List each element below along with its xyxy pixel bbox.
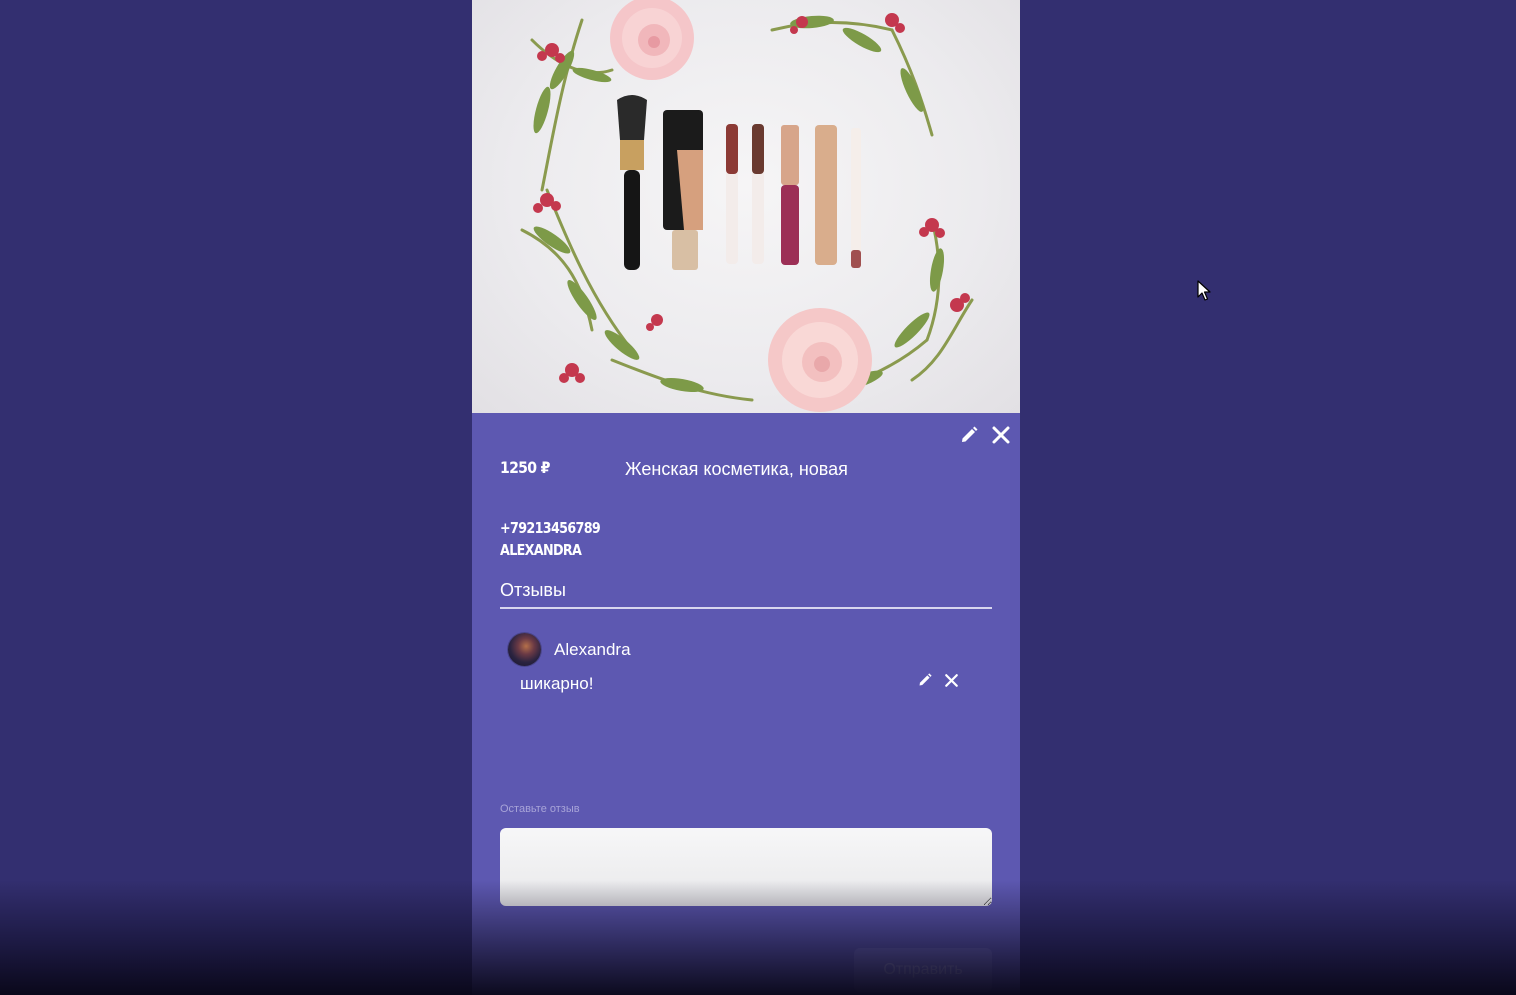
close-icon[interactable]	[990, 424, 1012, 446]
ad-title: Женская косметика, новая	[625, 459, 848, 479]
avatar	[508, 633, 541, 666]
eye-pencil	[851, 128, 861, 268]
ad-price: 1250 ₽	[500, 458, 550, 477]
makeup-brush	[617, 95, 647, 270]
seller-name: ALEXANDRA	[500, 541, 582, 559]
seller-phone: +79213456789	[500, 519, 601, 537]
review-actions	[916, 671, 960, 689]
mouse-cursor-icon	[1197, 280, 1211, 301]
review-form-label: Оставьте отзыв	[500, 803, 580, 815]
lip-gloss	[781, 125, 799, 265]
ad-details-card: 1250 ₽ Женская косметика, новая +7921345…	[472, 0, 1020, 995]
pencil-icon[interactable]	[958, 424, 980, 446]
foundation-tube	[663, 110, 703, 270]
close-icon[interactable]	[942, 671, 960, 689]
mascara	[815, 125, 837, 265]
review-item: Alexandra шикарно!	[508, 633, 964, 703]
product-photo-illustration	[520, 0, 974, 412]
pink-peony-bottom	[768, 308, 872, 412]
lip-pencils	[726, 124, 764, 264]
product-photo	[472, 0, 1020, 413]
ad-actions	[958, 424, 1012, 446]
seller-contact: +79213456789 ALEXANDRA	[500, 517, 601, 561]
submit-review-button[interactable]: Отправить	[854, 948, 992, 992]
reviews-heading: Отзывы	[500, 580, 992, 609]
red-flower-clusters	[533, 13, 970, 383]
review-author: Alexandra	[554, 640, 631, 659]
page-background: 1250 ₽ Женская косметика, новая +7921345…	[0, 0, 1516, 995]
review-text: шикарно!	[520, 674, 594, 693]
pink-peony-top	[610, 0, 694, 80]
leaves	[533, 15, 945, 393]
pencil-icon[interactable]	[916, 671, 934, 689]
review-textarea[interactable]	[500, 828, 992, 906]
